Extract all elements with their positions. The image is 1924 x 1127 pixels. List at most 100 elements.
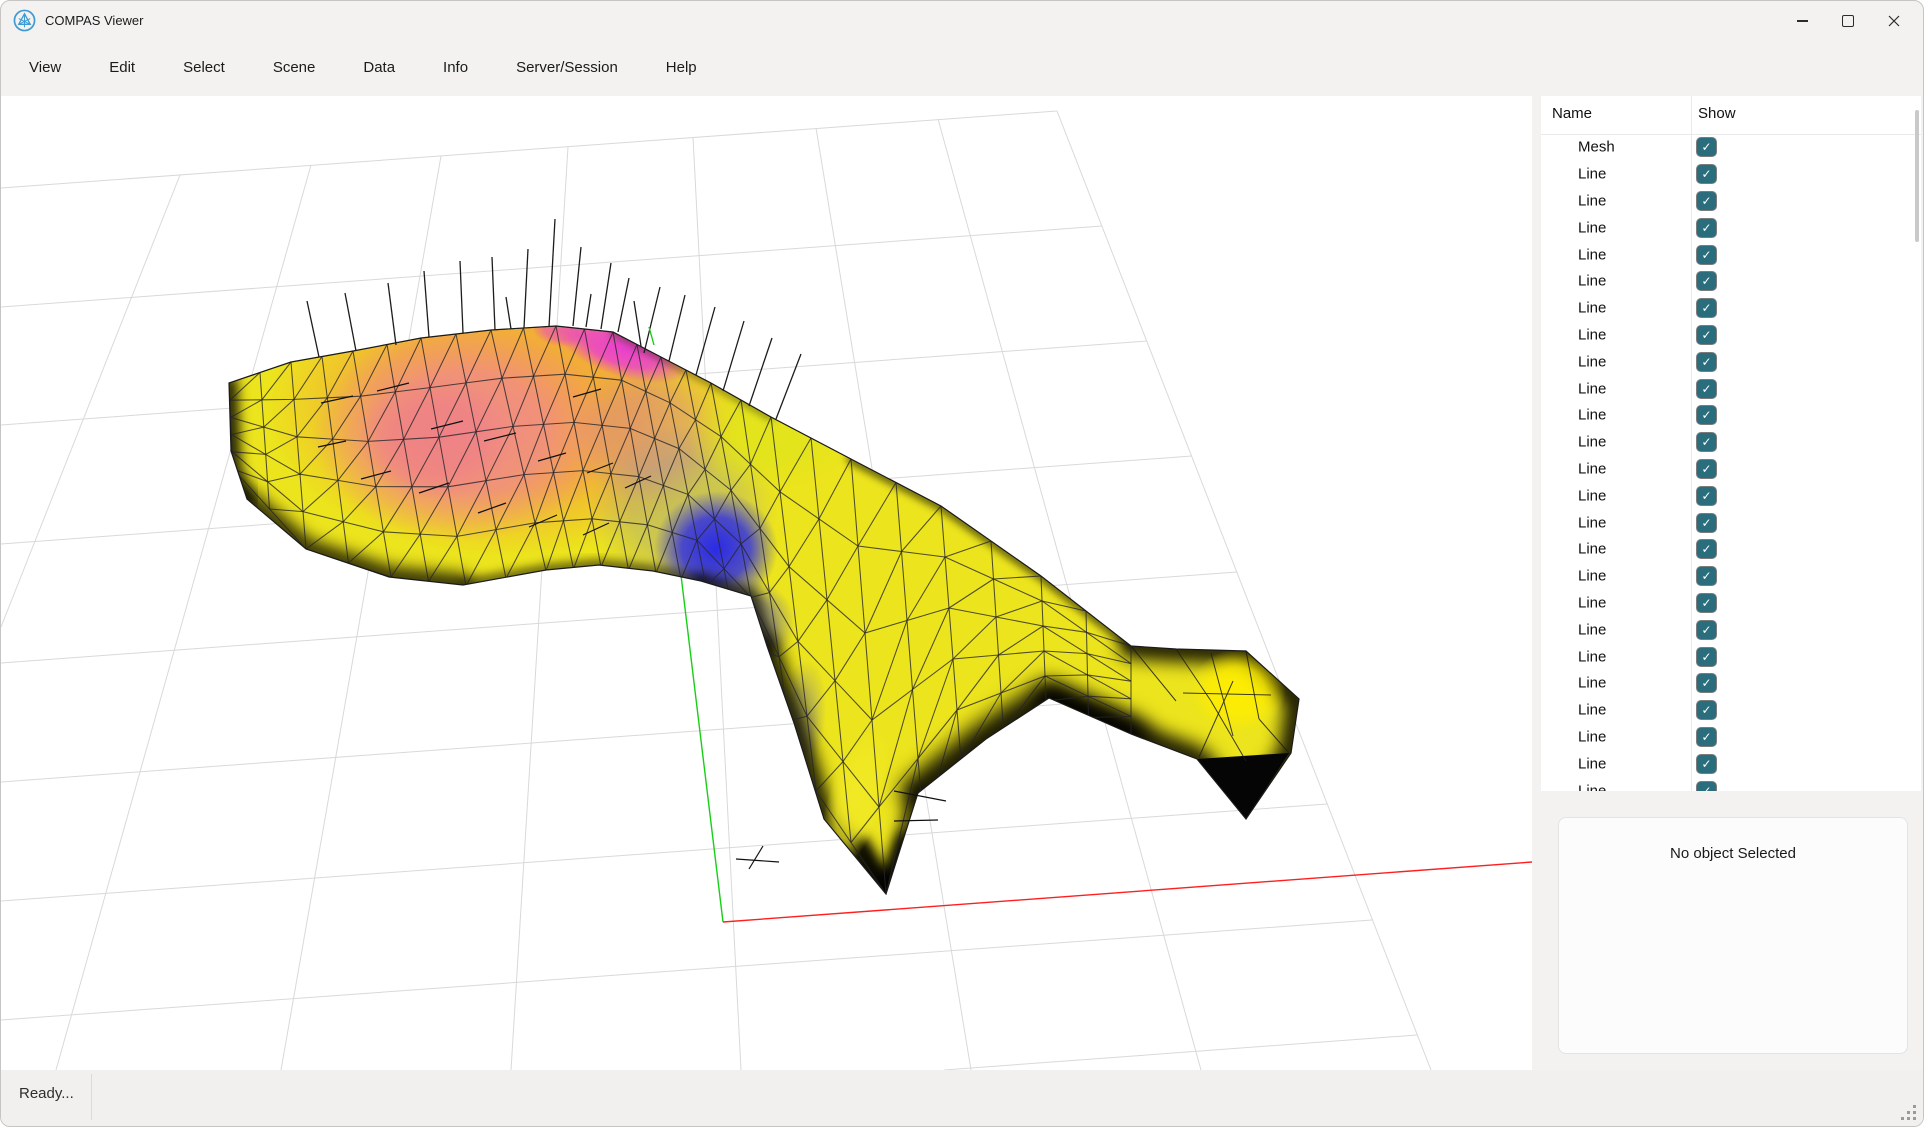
check-icon: ✓ [1701,597,1711,609]
menu-item-select[interactable]: Select [183,59,225,76]
tree-item-label: Line [1578,487,1606,504]
visibility-checkbox[interactable]: ✓ [1696,379,1717,399]
scene-canvas[interactable] [1,96,1532,1070]
tree-item-label: Line [1578,541,1606,558]
visibility-checkbox[interactable]: ✓ [1696,620,1717,640]
visibility-checkbox[interactable]: ✓ [1696,593,1717,613]
visibility-checkbox[interactable]: ✓ [1696,566,1717,586]
tree-item-label: Line [1578,755,1606,772]
menu-item-help[interactable]: Help [666,59,697,76]
tree-item-label: Line [1578,353,1606,370]
menu-item-data[interactable]: Data [363,59,395,76]
tree-row-line[interactable]: Line ✓ [1541,268,1921,295]
status-divider [91,1074,92,1120]
visibility-checkbox[interactable]: ✓ [1696,137,1717,157]
check-icon: ✓ [1701,758,1711,770]
visibility-checkbox[interactable]: ✓ [1696,405,1717,425]
visibility-checkbox[interactable]: ✓ [1696,781,1717,791]
tree-row-line[interactable]: Line✓ [1541,563,1921,590]
visibility-checkbox[interactable]: ✓ [1696,218,1717,238]
tree-row-line[interactable]: Line✓ [1541,429,1921,456]
tree-row-line[interactable]: Line✓ [1541,590,1921,617]
tree-row-line[interactable]: Line ✓ [1541,697,1921,724]
tree-row-line[interactable]: Line ✓ [1541,750,1921,777]
check-icon: ✓ [1701,570,1711,582]
tree-row-line[interactable]: Line✓ [1541,643,1921,670]
tree-row-line[interactable]: Line✓ [1541,777,1921,791]
check-icon: ✓ [1701,249,1711,261]
tree-row-line[interactable]: Line ✓ [1541,214,1921,241]
scene-tree-panel: Name Show Mesh ✓ Line ✓ Line ✓ Line ✓ Line ✓ Line ✓… [1541,96,1921,791]
tree-item-label: Line [1578,675,1606,692]
maximize-button[interactable] [1825,1,1871,41]
window-title: COMPAS Viewer [45,13,144,28]
visibility-checkbox[interactable]: ✓ [1696,245,1717,265]
check-icon: ✓ [1701,624,1711,636]
column-header-name[interactable]: Name [1552,105,1592,122]
minimize-button[interactable] [1779,1,1825,41]
tree-row-line[interactable]: Line ✓ [1541,670,1921,697]
tree-row-line[interactable]: Line✓ [1541,295,1921,322]
tree-row-line[interactable]: Line ✓ [1541,482,1921,509]
visibility-checkbox[interactable]: ✓ [1696,271,1717,291]
tree-row-line[interactable]: Line✓ [1541,322,1921,349]
visibility-checkbox[interactable]: ✓ [1696,647,1717,667]
tree-item-label: Line [1578,246,1606,263]
check-icon: ✓ [1701,329,1711,341]
tree-row-line[interactable]: Line ✓ [1541,161,1921,188]
visibility-checkbox[interactable]: ✓ [1696,754,1717,774]
visibility-checkbox[interactable]: ✓ [1696,432,1717,452]
visibility-checkbox[interactable]: ✓ [1696,164,1717,184]
maximize-icon [1842,15,1854,27]
tree-row-line[interactable]: Line ✓ [1541,724,1921,751]
check-icon: ✓ [1701,543,1711,555]
menu-item-info[interactable]: Info [443,59,468,76]
close-button[interactable] [1871,1,1917,41]
tree-row-line[interactable]: Line✓ [1541,616,1921,643]
tree-item-label: Line [1578,728,1606,745]
menu-item-server-session[interactable]: Server/Session [516,59,618,76]
tree-row-line[interactable]: Line✓ [1541,402,1921,429]
resize-grip[interactable] [1899,1103,1919,1123]
object-info-panel: No object Selected [1558,817,1908,1054]
visibility-checkbox[interactable]: ✓ [1696,486,1717,506]
menu-item-view[interactable]: View [29,59,61,76]
no-selection-message: No object Selected [1559,845,1907,862]
minimize-icon [1797,20,1808,21]
tree-row-line[interactable]: Line ✓ [1541,188,1921,215]
tree-item-label: Line [1578,273,1606,290]
viewport-3d[interactable] [1,96,1532,1070]
tree-item-label: Line [1578,702,1606,719]
visibility-checkbox[interactable]: ✓ [1696,352,1717,372]
visibility-checkbox[interactable]: ✓ [1696,191,1717,211]
column-header-show[interactable]: Show [1698,105,1736,122]
check-icon: ✓ [1701,302,1711,314]
visibility-checkbox[interactable]: ✓ [1696,539,1717,559]
visibility-checkbox[interactable]: ✓ [1696,727,1717,747]
tree-row-line[interactable]: Line ✓ [1541,241,1921,268]
check-icon: ✓ [1701,436,1711,448]
visibility-checkbox[interactable]: ✓ [1696,700,1717,720]
tree-row-line[interactable]: Line ✓ [1541,348,1921,375]
menu-item-scene[interactable]: Scene [273,59,316,76]
tree-item-label: Mesh [1578,139,1615,156]
tree-row-mesh[interactable]: Mesh ✓ [1541,134,1921,161]
tree-row-line[interactable]: Line✓ [1541,509,1921,536]
check-icon: ✓ [1701,383,1711,395]
tree-row-line[interactable]: Line✓ [1541,456,1921,483]
visibility-checkbox[interactable]: ✓ [1696,459,1717,479]
visibility-checkbox[interactable]: ✓ [1696,513,1717,533]
menu-item-edit[interactable]: Edit [109,59,135,76]
tree-row-line[interactable]: Line✓ [1541,375,1921,402]
tree-item-label: Line [1578,166,1606,183]
tree-item-label: Line [1578,192,1606,209]
visibility-checkbox[interactable]: ✓ [1696,298,1717,318]
check-icon: ✓ [1701,409,1711,421]
status-bar: Ready... [1,1070,1923,1126]
check-icon: ✓ [1701,275,1711,287]
visibility-checkbox[interactable]: ✓ [1696,673,1717,693]
tree-item-label: Line [1578,219,1606,236]
tree-row-line[interactable]: Line ✓ [1541,536,1921,563]
scrollbar-thumb[interactable] [1915,110,1919,242]
visibility-checkbox[interactable]: ✓ [1696,325,1717,345]
